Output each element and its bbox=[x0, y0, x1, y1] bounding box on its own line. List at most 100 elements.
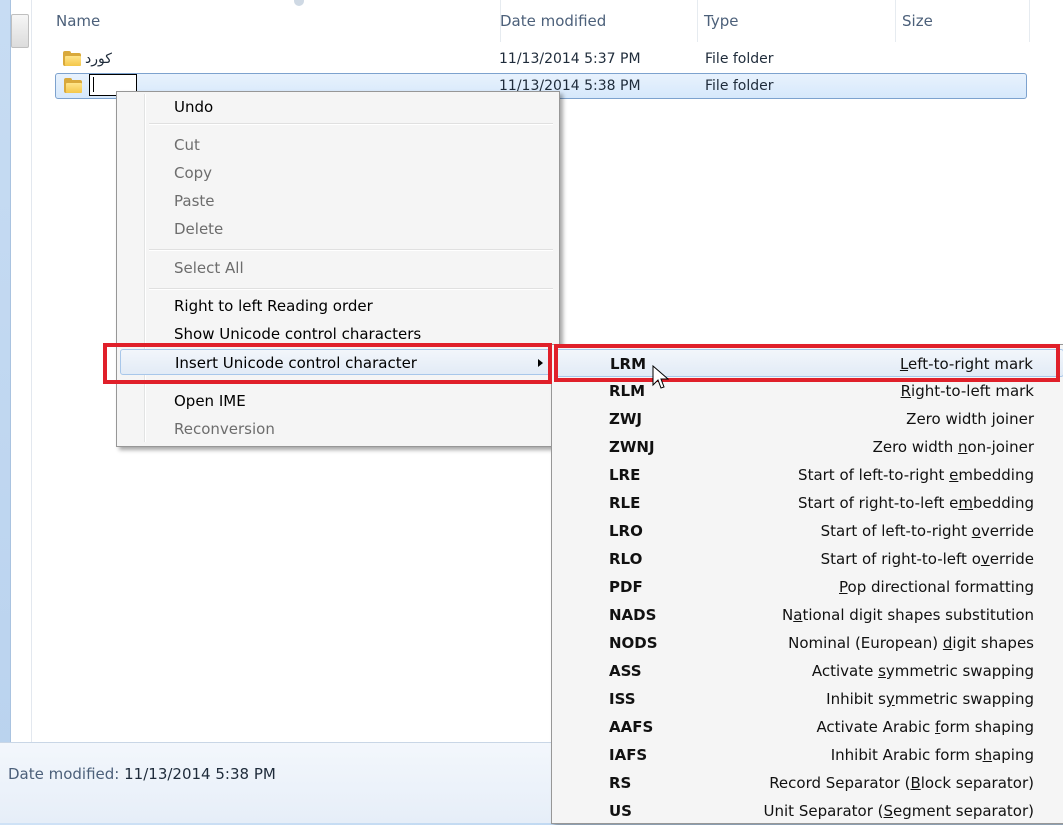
description-text: igit shapes bbox=[952, 634, 1034, 652]
submenu-item-rle[interactable]: RLE Start of right-to-left embedding bbox=[555, 489, 1063, 517]
menu-item-reconversion[interactable]: Reconversion bbox=[120, 416, 554, 442]
submenu-item-lre[interactable]: LRE Start of left-to-right embedding bbox=[555, 461, 1063, 489]
submenu-item-code: ASS bbox=[609, 662, 642, 680]
file-type: File folder bbox=[705, 51, 774, 67]
submenu-item-us[interactable]: US Unit Separator (Segment separator) bbox=[555, 797, 1063, 825]
description-text: mbedding bbox=[958, 466, 1034, 484]
context-menu: Undo Cut Copy Paste Delete Select All Ri… bbox=[116, 91, 560, 447]
submenu-item-code: NODS bbox=[609, 634, 658, 652]
description-text: Inhibit s bbox=[826, 690, 886, 708]
menu-item-select-all[interactable]: Select All bbox=[120, 255, 554, 281]
submenu-item-iss[interactable]: ISS Inhibit symmetric swapping bbox=[555, 685, 1063, 713]
description-text: Start of left-to-right bbox=[798, 466, 950, 484]
menu-item-copy[interactable]: Copy bbox=[120, 160, 554, 186]
submenu-item-rs[interactable]: RS Record Separator (Block separator) bbox=[555, 769, 1063, 797]
submenu-item-description: National digit shapes substitution bbox=[782, 601, 1034, 629]
menu-separator bbox=[149, 288, 553, 290]
submenu-item-description: Start of left-to-right embedding bbox=[798, 461, 1034, 489]
details-value: 11/13/2014 5:38 PM bbox=[124, 765, 276, 783]
submenu-item-code: LRO bbox=[609, 522, 643, 540]
folder-icon bbox=[63, 51, 81, 66]
submenu-item-code: AAFS bbox=[609, 718, 654, 736]
access-key-letter: m bbox=[958, 494, 973, 512]
submenu-item-rlo[interactable]: RLO Start of right-to-left override bbox=[555, 545, 1063, 573]
access-key-letter: d bbox=[942, 634, 953, 652]
description-text: Record Separator ( bbox=[769, 774, 911, 792]
submenu-item-description: Zero width joiner bbox=[906, 405, 1034, 433]
submenu-item-code: PDF bbox=[609, 578, 643, 596]
access-key-letter: R bbox=[900, 382, 912, 400]
description-text: on-joiner bbox=[967, 438, 1034, 456]
menu-item-paste[interactable]: Paste bbox=[120, 188, 554, 214]
submenu-item-description: Inhibit symmetric swapping bbox=[826, 685, 1034, 713]
access-key-letter: S bbox=[883, 802, 894, 820]
submenu-item-description: Activate Arabic form shaping bbox=[816, 713, 1034, 741]
column-header-type[interactable]: Type bbox=[698, 0, 896, 42]
description-text: erride bbox=[989, 550, 1034, 568]
submenu-item-nods[interactable]: NODS Nominal (European) digit shapes bbox=[555, 629, 1063, 657]
description-text: Inhibit Arabic form s bbox=[830, 746, 983, 764]
description-text: aping bbox=[992, 746, 1034, 764]
column-header-date-modified[interactable]: Date modified bbox=[494, 0, 698, 42]
description-text: Zero width bbox=[872, 438, 958, 456]
navigation-scroll-button[interactable] bbox=[11, 14, 29, 48]
details-date-modified: Date modified: 11/13/2014 5:38 PM bbox=[8, 765, 276, 783]
access-key-letter: P bbox=[839, 578, 848, 596]
submenu-item-code: RLO bbox=[609, 550, 643, 568]
details-label: Date modified: bbox=[8, 765, 120, 783]
submenu-item-code: ZWNJ bbox=[609, 438, 655, 456]
access-key-letter: e bbox=[949, 466, 959, 484]
submenu-item-description: Unit Separator (Segment separator) bbox=[764, 797, 1034, 825]
description-text: lock separator) bbox=[920, 774, 1034, 792]
menu-item-rtl-reading-order[interactable]: Right to left Reading order bbox=[120, 293, 554, 319]
description-text: orm shaping bbox=[940, 718, 1034, 736]
submenu-item-description: Activate symmetric swapping bbox=[812, 657, 1034, 685]
submenu-item-description: Nominal (European) digit shapes bbox=[788, 629, 1034, 657]
annotation-highlight-box bbox=[103, 343, 552, 384]
column-header-size[interactable]: Size bbox=[896, 0, 1030, 42]
menu-item-undo[interactable]: Undo bbox=[120, 94, 554, 120]
description-text: Start of right-to-left e bbox=[798, 494, 959, 512]
description-text: egment separator) bbox=[893, 802, 1034, 820]
submenu-item-pdf[interactable]: PDF Pop directional formatting bbox=[555, 573, 1063, 601]
text-caret bbox=[93, 77, 94, 92]
submenu-item-code: RS bbox=[609, 774, 632, 792]
submenu-item-lro[interactable]: LRO Start of left-to-right override bbox=[555, 517, 1063, 545]
file-date: 11/13/2014 5:37 PM bbox=[499, 51, 641, 67]
submenu-item-zwj[interactable]: ZWJ Zero width joiner bbox=[555, 405, 1063, 433]
description-text: Activate bbox=[811, 662, 879, 680]
mouse-cursor-icon bbox=[652, 365, 670, 389]
submenu-item-nads[interactable]: NADS National digit shapes substitution bbox=[555, 601, 1063, 629]
submenu-item-iafs[interactable]: IAFS Inhibit Arabic form shaping bbox=[555, 741, 1063, 769]
access-key-letter: B bbox=[910, 774, 921, 792]
submenu-item-description: Pop directional formatting bbox=[839, 573, 1034, 601]
description-text: bedding bbox=[973, 494, 1034, 512]
description-text: Activate Arabic bbox=[816, 718, 936, 736]
submenu-item-code: LRE bbox=[609, 466, 641, 484]
submenu-item-code: US bbox=[609, 802, 632, 820]
description-text: ight-to-left mark bbox=[911, 382, 1034, 400]
description-text: N bbox=[782, 606, 794, 624]
submenu-item-code: IAFS bbox=[609, 746, 648, 764]
menu-item-cut[interactable]: Cut bbox=[120, 132, 554, 158]
menu-separator bbox=[149, 123, 553, 125]
description-text: mmetric swapping bbox=[894, 690, 1034, 708]
column-header-bar: Name Date modified Type Size bbox=[32, 0, 1063, 42]
description-text: Zero width joiner bbox=[906, 410, 1034, 428]
submenu-item-zwnj[interactable]: ZWNJ Zero width non-joiner bbox=[555, 433, 1063, 461]
submenu-item-aafs[interactable]: AAFS Activate Arabic form shaping bbox=[555, 713, 1063, 741]
submenu-item-code: ZWJ bbox=[609, 410, 643, 428]
submenu-item-ass[interactable]: ASS Activate symmetric swapping bbox=[555, 657, 1063, 685]
submenu-item-description: Start of right-to-left embedding bbox=[798, 489, 1034, 517]
column-header-name[interactable]: Name bbox=[50, 0, 501, 42]
file-row[interactable]: كورد 11/13/2014 5:37 PM File folder bbox=[55, 47, 1025, 71]
menu-item-delete[interactable]: Delete bbox=[120, 216, 554, 242]
description-text: Unit Separator ( bbox=[763, 802, 884, 820]
menu-item-open-ime[interactable]: Open IME bbox=[120, 388, 554, 414]
submenu-item-description: Record Separator (Block separator) bbox=[769, 769, 1034, 797]
navigation-pane bbox=[11, 0, 32, 742]
access-key-letter: o bbox=[971, 522, 981, 540]
description-text: Nominal (European) bbox=[788, 634, 943, 652]
menu-separator bbox=[149, 249, 553, 251]
submenu-item-code: ISS bbox=[609, 690, 636, 708]
